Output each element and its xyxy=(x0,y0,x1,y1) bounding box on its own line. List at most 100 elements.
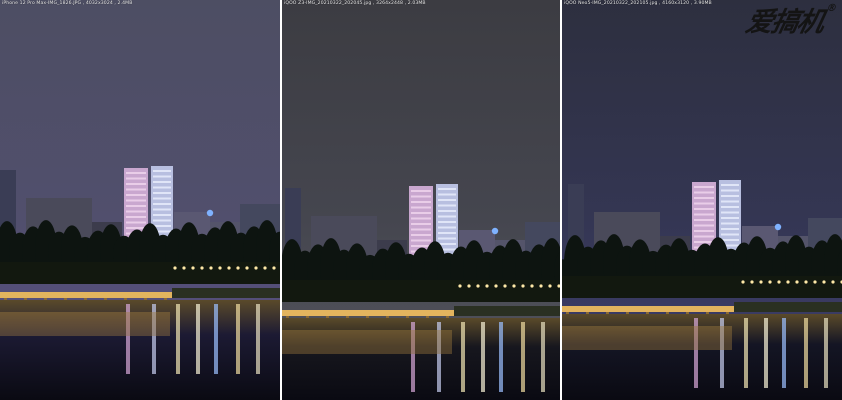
night-skyline-photo xyxy=(282,0,560,400)
night-skyline-photo xyxy=(562,0,842,400)
lit-window-row xyxy=(438,210,456,212)
lit-window-row xyxy=(126,210,146,213)
lit-window-row xyxy=(438,215,456,218)
photo-caption: iPhone 12 Pro Max-IMG_1826.JPG , 4032x30… xyxy=(2,1,133,6)
photo-panel-iqoo-neo5: iQOO Neo5-IMG_20210322_202105.jpg , 4160… xyxy=(562,0,842,400)
light-reflection xyxy=(256,304,260,374)
light-reflection xyxy=(481,322,485,392)
pier-deck xyxy=(282,310,462,316)
park-light xyxy=(539,284,543,288)
tree-line xyxy=(282,238,560,302)
pier-deck xyxy=(0,292,180,298)
lit-window-row xyxy=(411,201,431,203)
lit-window-row xyxy=(153,225,171,227)
photo-caption: iQOO Z3-IMG_20210322_202045.jpg , 3264x2… xyxy=(284,1,426,6)
light-reflection xyxy=(236,304,240,374)
park-light xyxy=(768,280,772,284)
lit-window-row xyxy=(438,199,456,201)
lit-window-row xyxy=(694,241,714,243)
lit-window-row xyxy=(438,232,456,234)
lit-window-row xyxy=(438,221,456,223)
light-reflection xyxy=(214,304,218,374)
lit-window-row xyxy=(411,206,431,209)
park-light xyxy=(530,284,534,288)
lit-window-row xyxy=(126,194,146,196)
park-light xyxy=(521,284,525,288)
lit-window-row xyxy=(721,184,739,186)
blue-light xyxy=(491,227,499,235)
park-light xyxy=(548,284,552,288)
photo-panel-iphone: iPhone 12 Pro Max-IMG_1826.JPG , 4032x30… xyxy=(0,0,280,400)
light-reflection xyxy=(176,304,180,374)
lit-window-row xyxy=(694,230,714,232)
pier-deck xyxy=(562,306,742,312)
lit-window-row xyxy=(126,172,146,174)
park-light xyxy=(813,280,817,284)
lit-window-row xyxy=(153,219,171,222)
lit-window-row xyxy=(721,206,739,208)
park-light xyxy=(245,266,249,270)
lit-window-row xyxy=(153,214,171,216)
park-light xyxy=(458,284,462,288)
park-ground xyxy=(562,276,842,298)
lit-window-row xyxy=(721,200,739,203)
light-reflection xyxy=(499,322,503,392)
lit-window-row xyxy=(694,191,714,194)
lit-window-row xyxy=(438,188,456,190)
lit-window-row xyxy=(721,189,739,192)
lit-window-row xyxy=(126,188,146,191)
lit-window-row xyxy=(153,186,171,189)
park-light xyxy=(831,280,835,284)
lit-window-row xyxy=(153,170,171,172)
lit-window-row xyxy=(438,204,456,207)
light-reflection xyxy=(541,322,545,392)
park-light xyxy=(227,266,231,270)
lit-window-row xyxy=(411,190,431,192)
park-light xyxy=(182,266,186,270)
lit-window-row xyxy=(411,217,431,220)
park-light xyxy=(777,280,781,284)
park-light xyxy=(512,284,516,288)
lit-window-row xyxy=(153,181,171,183)
park-ground xyxy=(0,262,280,284)
lit-window-row xyxy=(721,233,739,236)
park-light xyxy=(173,266,177,270)
blue-light xyxy=(774,223,782,231)
park-light xyxy=(209,266,213,270)
lit-window-row xyxy=(126,199,146,202)
park-light xyxy=(254,266,258,270)
lit-window-row xyxy=(694,197,714,199)
shore xyxy=(172,288,280,298)
park-light xyxy=(786,280,790,284)
lit-window-row xyxy=(694,235,714,238)
park-light xyxy=(741,280,745,284)
lit-window-row xyxy=(694,219,714,221)
park-light xyxy=(759,280,763,284)
park-light xyxy=(503,284,507,288)
park-light xyxy=(795,280,799,284)
lit-window-row xyxy=(411,239,431,242)
shore xyxy=(734,302,842,312)
lit-window-row xyxy=(411,212,431,214)
lit-window-row xyxy=(126,205,146,207)
park-light xyxy=(467,284,471,288)
shore xyxy=(454,306,560,316)
park-light xyxy=(750,280,754,284)
lit-window-row xyxy=(153,197,171,200)
lit-window-row xyxy=(126,183,146,185)
light-reflection xyxy=(764,318,768,388)
lit-window-row xyxy=(411,234,431,236)
lit-window-row xyxy=(721,239,739,241)
light-reflection xyxy=(744,318,748,388)
lit-window-row xyxy=(411,223,431,225)
pier-reflection xyxy=(282,330,452,354)
lit-window-row xyxy=(694,224,714,227)
lit-window-row xyxy=(153,192,171,194)
lit-window-row xyxy=(721,228,739,230)
lit-window-row xyxy=(126,216,146,218)
lit-window-row xyxy=(721,217,739,219)
lit-window-row xyxy=(411,228,431,231)
panel-divider xyxy=(560,0,562,400)
lit-window-row xyxy=(153,175,171,178)
lit-window-row xyxy=(438,226,456,229)
